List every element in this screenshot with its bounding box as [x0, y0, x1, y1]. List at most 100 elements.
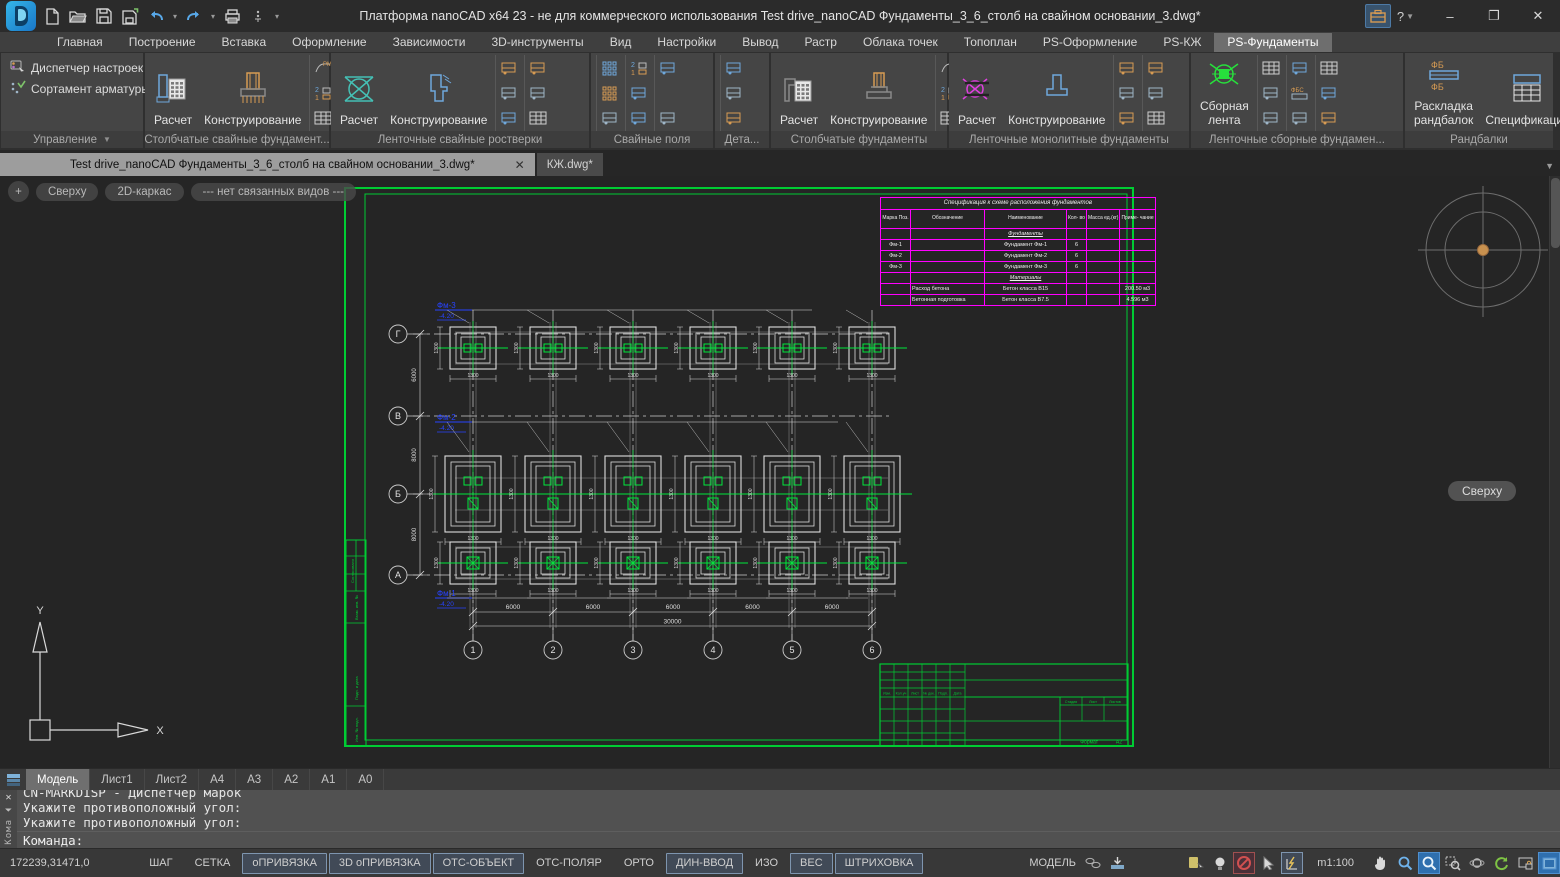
panel-caret-icon[interactable]: ▼ — [103, 135, 111, 144]
save-icon[interactable] — [92, 4, 116, 28]
small-tool-icon-oo[interactable] — [499, 108, 519, 128]
layout-tab-A3[interactable]: A3 — [236, 769, 273, 791]
ribbon-button-раскладка-рандбалок[interactable]: ФБФБРаскладка рандбалок — [1408, 55, 1479, 131]
small-tool-icon-dots[interactable] — [600, 58, 620, 78]
redo-icon[interactable] — [182, 4, 206, 28]
small-tool-icon-pilemv[interactable] — [629, 83, 649, 103]
ribbon-button-конструирование[interactable]: Конструирование — [1002, 55, 1111, 131]
linked-views-pill[interactable]: --- нет связанных видов --- — [191, 183, 356, 201]
ribbon-tab-14[interactable]: PS-КЖ — [1150, 33, 1214, 52]
ribbon-tab-6[interactable]: 3D-инструменты — [478, 33, 596, 52]
compass-view-label[interactable]: Сверху — [1448, 481, 1516, 501]
new-file-icon[interactable] — [40, 4, 64, 28]
small-tool-icon-tbl[interactable] — [1261, 58, 1281, 78]
small-tool-icon-num[interactable]: 21 — [629, 58, 649, 78]
view-direction-pill[interactable]: Сверху — [36, 183, 98, 201]
undo-icon-caret[interactable]: ▾ — [170, 12, 180, 21]
ribbon-tab-7[interactable]: Вид — [597, 33, 645, 52]
space-mode-label[interactable]: МОДЕЛЬ — [1029, 857, 1076, 869]
bulb-icon[interactable] — [1209, 852, 1231, 874]
open-file-icon[interactable] — [66, 4, 90, 28]
layout-tab-A0[interactable]: A0 — [347, 769, 384, 791]
ribbon-tab-12[interactable]: Топоплан — [951, 33, 1030, 52]
status-toggle-ШТРИХОВКА[interactable]: ШТРИХОВКА — [835, 853, 924, 874]
ribbon-tab-1[interactable]: Главная — [44, 33, 116, 52]
ribbon-tab-11[interactable]: Облака точек — [850, 33, 951, 52]
ribbon-button-конструирование[interactable]: Конструирование — [824, 55, 933, 131]
nanocad-logo-icon[interactable] — [6, 1, 36, 31]
status-toggle-ДИН-ВВОД[interactable]: ДИН-ВВОД — [666, 853, 743, 874]
ribbon-tab-2[interactable]: Построение — [116, 33, 209, 52]
ribbon-tab-5[interactable]: Зависимости — [380, 33, 479, 52]
lock-ui-icon[interactable] — [1514, 852, 1536, 874]
save-all-icon[interactable] — [118, 4, 142, 28]
ribbon-button-спецификация[interactable]: Спецификация — [1479, 55, 1560, 131]
ucs-dynamic-icon[interactable] — [1281, 852, 1303, 874]
command-prompt-input[interactable]: Команда: — [17, 831, 1560, 848]
status-toggle-СЕТКА[interactable]: СЕТКА — [185, 853, 241, 874]
ribbon-tab-13[interactable]: PS-Оформление — [1030, 33, 1151, 52]
ribbon-button-расчет[interactable]: Расчет — [148, 55, 198, 131]
zoom-icon[interactable] — [1394, 852, 1416, 874]
ribbon-button-расчет[interactable]: Расчет — [774, 55, 824, 131]
small-tool-icon-lvl[interactable] — [528, 58, 548, 78]
command-line-panel[interactable]: ✕ ⏷ Кома CN-MARKDISP - Диспетчер марокУк… — [0, 790, 1560, 848]
ribbon-button-конструирование[interactable]: Конструирование — [198, 55, 307, 131]
status-toggle-ИЗО[interactable]: ИЗО — [745, 853, 788, 874]
small-tool-icon-fld[interactable] — [600, 108, 620, 128]
small-tool-icon-piles[interactable] — [629, 108, 649, 128]
status-toggle-3D-оПРИВЯЗКА[interactable]: 3D оПРИВЯЗКА — [329, 853, 431, 874]
small-tool-icon-blk2[interactable] — [1319, 108, 1339, 128]
small-tool-icon-tbl2[interactable] — [1319, 58, 1339, 78]
selection-cursor-icon[interactable] — [1257, 852, 1279, 874]
orbit-icon[interactable] — [1466, 852, 1488, 874]
command-close-icon[interactable]: ✕ — [5, 792, 11, 803]
small-tool-icon-beam[interactable] — [1290, 58, 1310, 78]
minimize-button[interactable]: – — [1428, 0, 1472, 32]
fullscreen-icon[interactable] — [1538, 852, 1560, 874]
small-tool-icon-lvl[interactable] — [1261, 108, 1281, 128]
small-tool-icon-blk[interactable] — [1319, 83, 1339, 103]
layout-tab-A2[interactable]: A2 — [273, 769, 310, 791]
small-tool-icon-det3[interactable] — [724, 108, 744, 128]
ribbon-button-расчет[interactable]: Расчет — [952, 55, 1002, 131]
print-icon[interactable] — [220, 4, 244, 28]
doc-tabs-caret-icon[interactable]: ▼ — [1545, 161, 1554, 171]
status-toggle-ШАГ[interactable]: ШАГ — [139, 853, 182, 874]
layout-tab-Лист2[interactable]: Лист2 — [145, 769, 199, 791]
small-tool-icon-dots2[interactable] — [600, 83, 620, 103]
small-tool-icon-arc[interactable] — [499, 58, 519, 78]
document-tab-2[interactable]: КЖ.dwg* — [537, 153, 603, 176]
zoom-window-icon[interactable] — [1442, 852, 1464, 874]
visual-style-pill[interactable]: 2D-каркас — [105, 183, 183, 201]
small-tool-icon-arc[interactable] — [1146, 58, 1166, 78]
customize-toolbar-icon-caret[interactable]: ▾ — [272, 12, 282, 21]
ribbon-button-расчет[interactable]: Расчет — [334, 55, 384, 131]
layout-list-icon[interactable] — [0, 769, 26, 791]
small-tool-icon-lvl[interactable] — [1117, 58, 1137, 78]
no-highlight-icon[interactable] — [1233, 852, 1255, 874]
ribbon-tab-8[interactable]: Настройки — [644, 33, 729, 52]
annoscale-chain-icon[interactable] — [1082, 852, 1104, 874]
rebar-assortment-button[interactable]: Сортамент арматуры — [10, 80, 150, 97]
settings-manager-button[interactable]: Диспетчер настроек — [10, 59, 150, 76]
zoom-realtime-icon[interactable] — [1418, 852, 1440, 874]
small-tool-icon-det2[interactable] — [724, 83, 744, 103]
small-tool-icon-tbl[interactable] — [528, 108, 548, 128]
annotation-import-icon[interactable] — [1106, 852, 1128, 874]
layout-tab-A4[interactable]: A4 — [199, 769, 236, 791]
customize-toolbar-icon[interactable] — [246, 4, 270, 28]
drawing-canvas[interactable]: + Сверху 2D-каркас --- нет связанных вид… — [0, 176, 1560, 768]
small-tool-icon-det1[interactable] — [724, 58, 744, 78]
redo-icon-caret[interactable]: ▾ — [208, 12, 218, 21]
annovis-cursor-bulb-icon[interactable] — [1185, 852, 1207, 874]
command-pin-icon[interactable]: ⏷ — [5, 806, 12, 816]
small-tool-icon-grid[interactable] — [528, 83, 548, 103]
undo-icon[interactable] — [144, 4, 168, 28]
layout-tab-Лист1[interactable]: Лист1 — [90, 769, 144, 791]
small-tool-icon-fbs[interactable]: ФБС — [1290, 83, 1310, 103]
small-tool-icon-step[interactable] — [658, 108, 678, 128]
status-toggle-ОТС-ОБЪЕКТ[interactable]: ОТС-ОБЪЕКТ — [433, 853, 524, 874]
pan-hand-icon[interactable] — [1370, 852, 1392, 874]
regen-icon[interactable] — [1490, 852, 1512, 874]
